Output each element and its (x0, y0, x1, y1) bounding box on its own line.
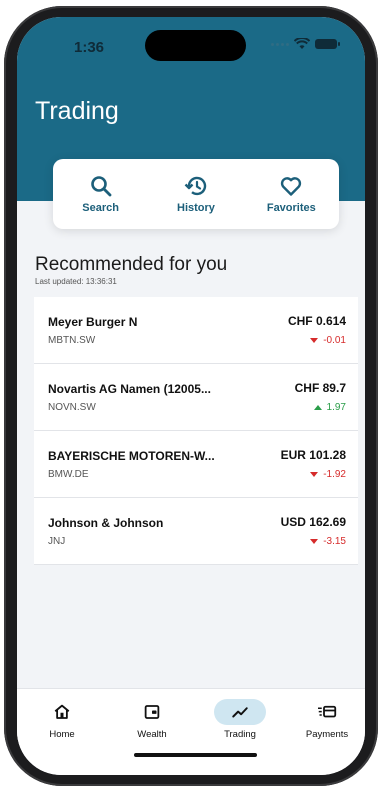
history-button[interactable]: History (156, 174, 236, 214)
tab-payments[interactable]: Payments (292, 699, 362, 740)
stock-price: USD 162.69 (280, 515, 346, 529)
up-arrow-icon (313, 405, 322, 410)
history-icon (184, 176, 207, 196)
tab-trading-label: Trading (224, 729, 256, 740)
stock-name: Meyer Burger N (48, 315, 138, 329)
stock-price: CHF 0.614 (287, 314, 346, 328)
list-item[interactable]: Meyer Burger N MBTN.SW CHF 0.614 -0.01 (34, 297, 358, 364)
stock-name: Novartis AG Namen (12005... (48, 382, 211, 396)
down-arrow-icon (310, 472, 319, 477)
search-button[interactable]: Search (61, 174, 141, 214)
status-icons (271, 38, 340, 50)
stock-change: 1.97 (313, 402, 346, 413)
favorites-button[interactable]: Favorites (251, 174, 331, 214)
status-time: 1:36 (74, 39, 105, 56)
stock-ticker: MBTN.SW (48, 335, 96, 346)
list-item[interactable]: Novartis AG Namen (12005... NOVN.SW CHF … (34, 364, 358, 431)
tab-trading[interactable]: Trading (205, 699, 275, 740)
tab-trading-icon-wrap (214, 699, 266, 725)
down-arrow-icon (310, 539, 319, 544)
bottom-tab-bar: Home Wealth Trading Payments (17, 688, 365, 775)
quick-actions-card: Search History Favorites (53, 159, 339, 229)
battery-icon (315, 39, 340, 49)
recommended-list: Meyer Burger N MBTN.SW CHF 0.614 -0.01 N… (34, 297, 358, 565)
tab-home-label: Home (49, 729, 75, 740)
wallet-icon (144, 705, 160, 719)
tab-payments-label: Payments (305, 729, 349, 740)
home-indicator (134, 753, 257, 757)
stock-price: CHF 89.7 (294, 381, 346, 395)
stock-price: EUR 101.28 (280, 448, 346, 462)
wifi-icon (294, 38, 310, 49)
stock-ticker: JNJ (48, 536, 66, 547)
stock-ticker: NOVN.SW (48, 402, 96, 413)
heart-icon (281, 177, 302, 196)
tab-home[interactable]: Home (27, 699, 97, 740)
tab-wealth[interactable]: Wealth (117, 699, 187, 740)
stock-name: BAYERISCHE MOTOREN-W... (48, 449, 215, 463)
page-title: Trading (35, 97, 119, 125)
stock-ticker: BMW.DE (48, 469, 89, 480)
favorites-label: Favorites (266, 202, 316, 214)
stock-change-value: 1.97 (326, 402, 346, 413)
tab-home-icon-wrap (36, 699, 88, 725)
recommended-title: Recommended for you (35, 254, 228, 275)
tab-wealth-label: Wealth (137, 729, 167, 740)
tab-payments-icon-wrap (301, 699, 353, 725)
list-item[interactable]: BAYERISCHE MOTOREN-W... BMW.DE EUR 101.2… (34, 431, 358, 498)
signal-icon (271, 42, 289, 46)
stock-change: -3.15 (310, 536, 346, 547)
stock-change-value: -3.15 (323, 536, 346, 547)
history-label: History (177, 202, 215, 214)
stock-change-value: -0.01 (323, 335, 346, 346)
app-screen: 1:36 Trading Search History Favorites Re… (17, 17, 365, 775)
dynamic-island (145, 30, 246, 61)
last-updated: Last updated: 13:36:31 (35, 277, 117, 286)
list-item[interactable]: Johnson & Johnson JNJ USD 162.69 -3.15 (34, 498, 358, 565)
payments-icon (318, 705, 337, 718)
search-icon (90, 176, 112, 197)
down-arrow-icon (310, 338, 319, 343)
status-bar: 1:36 (17, 17, 365, 67)
stock-change: -0.01 (310, 335, 346, 346)
stock-change-value: -1.92 (323, 469, 346, 480)
home-icon (54, 704, 70, 719)
stock-name: Johnson & Johnson (48, 516, 164, 530)
stock-change: -1.92 (310, 469, 346, 480)
search-label: Search (82, 202, 119, 214)
chart-line-icon (232, 707, 248, 718)
tab-wealth-icon-wrap (126, 699, 178, 725)
